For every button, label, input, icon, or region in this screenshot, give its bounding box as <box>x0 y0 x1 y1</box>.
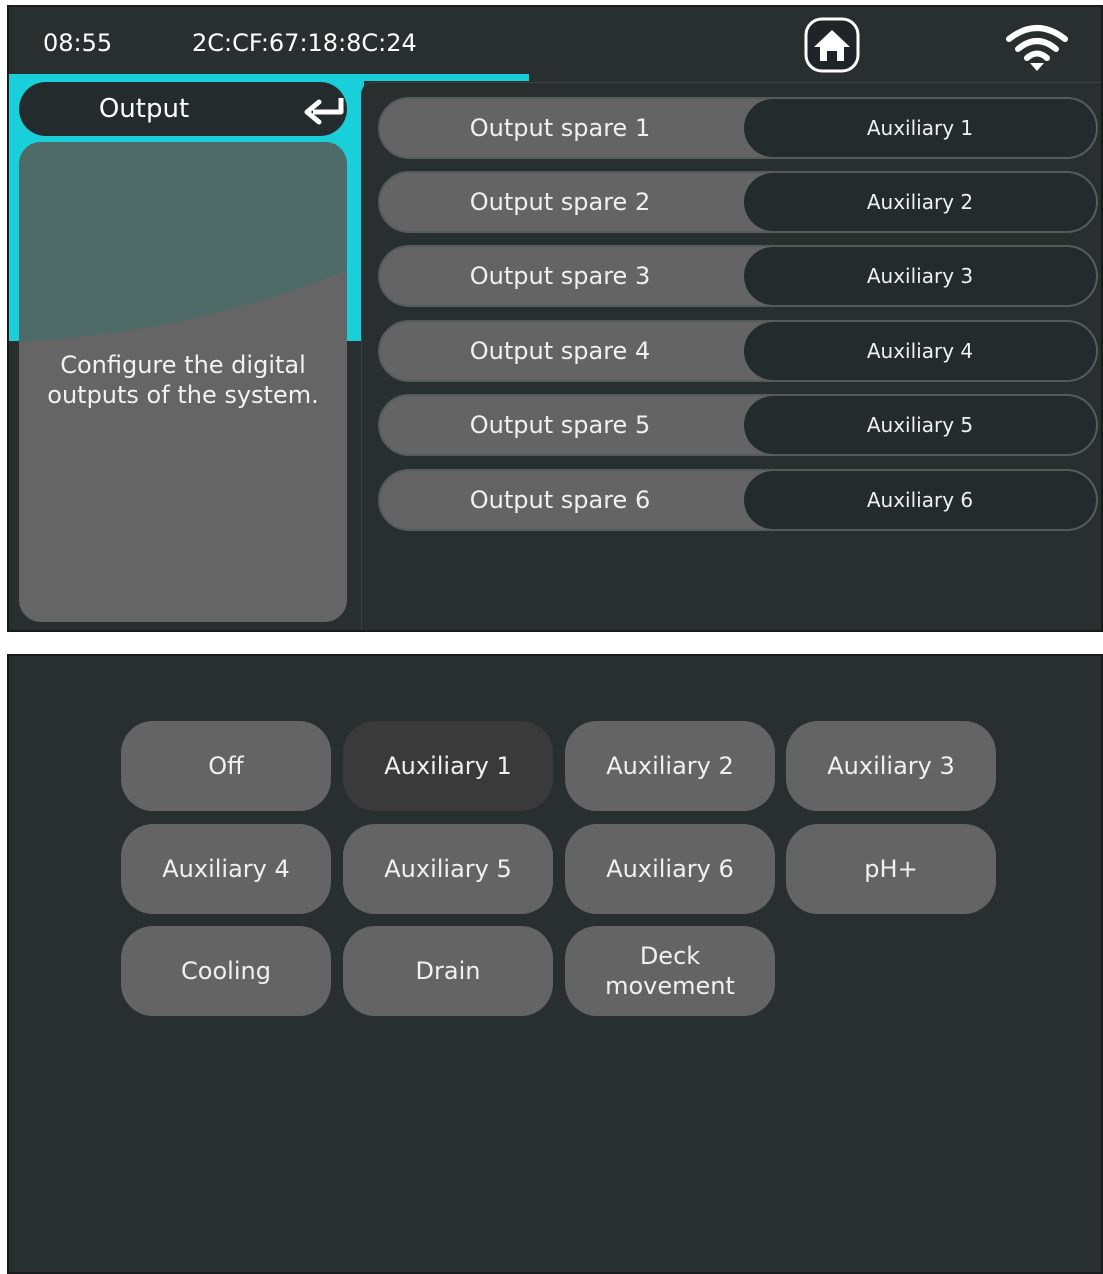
output-value-pill[interactable]: Auxiliary 4 <box>744 322 1096 380</box>
output-row-5[interactable]: Output spare 5 Auxiliary 5 <box>378 394 1098 456</box>
output-row-1[interactable]: Output spare 1 Auxiliary 1 <box>378 97 1098 159</box>
output-value: Auxiliary 6 <box>866 488 974 512</box>
option-deck-movement[interactable]: Deck movement <box>565 926 775 1016</box>
output-value-pill[interactable]: Auxiliary 2 <box>744 173 1096 231</box>
output-settings-screen: 08:55 2C:CF:67:18:8C:24 Output Configure… <box>7 5 1103 632</box>
option-auxiliary-5[interactable]: Auxiliary 5 <box>343 824 553 914</box>
status-bar: 08:55 2C:CF:67:18:8C:24 <box>9 7 1101 75</box>
output-value-pill[interactable]: Auxiliary 3 <box>744 247 1096 305</box>
output-row-2[interactable]: Output spare 2 Auxiliary 2 <box>378 171 1098 233</box>
output-option-picker: Off Auxiliary 1 Auxiliary 2 Auxiliary 3 … <box>7 654 1103 1274</box>
output-value: Auxiliary 4 <box>866 339 974 363</box>
option-auxiliary-6[interactable]: Auxiliary 6 <box>565 824 775 914</box>
description-text: Configure the digital outputs of the sys… <box>47 351 319 409</box>
output-value-pill[interactable]: Auxiliary 6 <box>744 471 1096 529</box>
clock: 08:55 <box>43 29 113 57</box>
description-card: Configure the digital outputs of the sys… <box>19 142 347 622</box>
option-off[interactable]: Off <box>121 721 331 811</box>
output-row-6[interactable]: Output spare 6 Auxiliary 6 <box>378 469 1098 531</box>
output-value: Auxiliary 5 <box>866 413 974 437</box>
output-value-pill[interactable]: Auxiliary 5 <box>744 396 1096 454</box>
output-label: Output spare 6 <box>469 486 651 514</box>
outputs-list: Output spare 1 Auxiliary 1 Output spare … <box>361 82 1101 630</box>
output-label: Output spare 2 <box>469 188 651 216</box>
wifi-icon <box>1006 25 1068 71</box>
option-auxiliary-2[interactable]: Auxiliary 2 <box>565 721 775 811</box>
output-row-4[interactable]: Output spare 4 Auxiliary 4 <box>378 320 1098 382</box>
output-value-pill[interactable]: Auxiliary 1 <box>744 99 1096 157</box>
mac-address: 2C:CF:67:18:8C:24 <box>192 29 417 57</box>
output-label: Output spare 3 <box>469 262 651 290</box>
option-drain[interactable]: Drain <box>343 926 553 1016</box>
output-label: Output spare 1 <box>469 114 651 142</box>
output-value: Auxiliary 2 <box>866 190 974 214</box>
back-arrow-icon[interactable] <box>303 94 347 126</box>
output-value: Auxiliary 3 <box>866 264 974 288</box>
output-label: Output spare 4 <box>469 337 651 365</box>
home-icon[interactable] <box>804 17 860 73</box>
option-auxiliary-1[interactable]: Auxiliary 1 <box>343 721 553 811</box>
option-ph-plus[interactable]: pH+ <box>786 824 996 914</box>
output-value: Auxiliary 1 <box>866 116 974 140</box>
panel-title: Output <box>98 94 190 124</box>
accent-line <box>9 74 529 81</box>
card-header-shape <box>19 142 347 342</box>
output-label: Output spare 5 <box>469 411 651 439</box>
panel-title-bar: Output <box>19 82 347 136</box>
option-auxiliary-3[interactable]: Auxiliary 3 <box>786 721 996 811</box>
option-auxiliary-4[interactable]: Auxiliary 4 <box>121 824 331 914</box>
option-cooling[interactable]: Cooling <box>121 926 331 1016</box>
output-row-3[interactable]: Output spare 3 Auxiliary 3 <box>378 245 1098 307</box>
